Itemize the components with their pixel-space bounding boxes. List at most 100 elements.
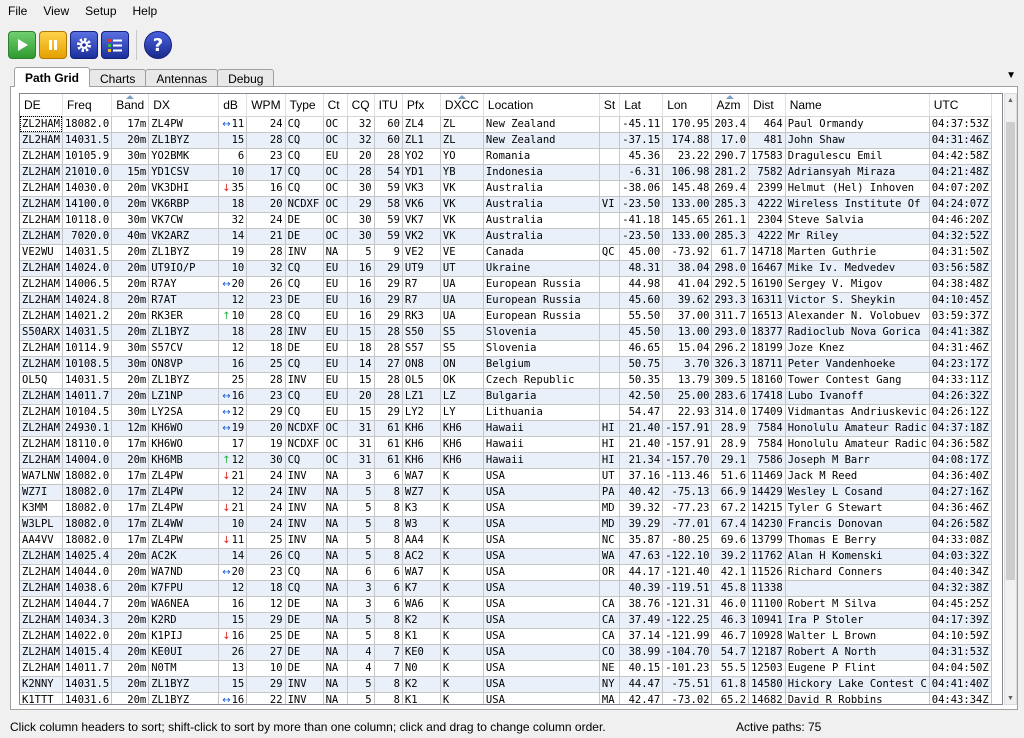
table-row[interactable]: ZL2HAM 14006.5 20m R7AY ↔20 26 CQ EU 16 29 R7 UA Eur… [20, 276, 992, 293]
cell-name: Victor S. Sheykin [785, 292, 930, 309]
table-row[interactable]: ZL2HAM 14100.0 20m VK6RBP 18 20 NCDXF OC 29 58 VK6… [20, 196, 992, 213]
column-header-azm[interactable]: Azm [711, 94, 750, 117]
cell-ct: OC [323, 452, 348, 469]
table-row[interactable]: VE2WU 14031.5 20m ZL1BYZ 19 28 INV NA 5 9 VE2 VE Can… [20, 244, 992, 261]
table-row[interactable]: K2NNY 14031.5 20m ZL1BYZ 15 29 INV NA 5 8 K2 K USA NY… [20, 676, 992, 693]
column-header-de[interactable]: DE [20, 94, 63, 117]
table-row[interactable]: OL5Q 14031.5 20m ZL1BYZ 25 28 INV EU 15 28 OL5 OK Cz… [20, 372, 992, 389]
column-header-location[interactable]: Location [483, 94, 600, 117]
column-header-dx[interactable]: DX [148, 94, 220, 117]
column-header-wpm[interactable]: WPM [246, 94, 286, 117]
table-row[interactable]: ZL2HAM 14025.4 20m AC2K 14 26 CQ NA 5 8 AC2 K USA WA 4… [20, 548, 992, 565]
table-row[interactable]: ZL2HAM 10104.5 30m LY2SA ↔12 29 CQ EU 15 29 LY2 LY L… [20, 404, 992, 421]
cell-lat: 21.40 [619, 420, 664, 437]
cell-dxcc: K [440, 484, 484, 501]
table-row[interactable]: ZL2HAM 14022.0 20m K1PIJ ↓16 25 DE NA 5 8 K1 K USA CA… [20, 628, 992, 645]
active-paths-label: Active paths: [736, 720, 805, 734]
menu-help[interactable]: Help [125, 4, 166, 18]
column-header-dist[interactable]: Dist [748, 94, 786, 117]
column-header-utc[interactable]: UTC [929, 94, 992, 117]
scroll-up-icon[interactable]: ▲ [1005, 94, 1016, 106]
table-row[interactable]: ZL2HAM 10108.5 30m ON8VP 16 25 CQ EU 14 27 ON8 ON Be… [20, 356, 992, 373]
table-row[interactable]: ZL2HAM 18110.0 17m KH6WO 17 19 NCDXF OC 31 61 KH6 K… [20, 436, 992, 453]
cell-wpm: 26 [246, 548, 286, 565]
tab-overflow-icon[interactable]: ▼ [1006, 70, 1016, 81]
table-row[interactable]: ZL2HAM 14044.7 20m WA6NEA 16 12 DE NA 3 6 WA6 K USA C… [20, 596, 992, 613]
table-row[interactable]: ZL2HAM 14031.5 20m ZL1BYZ 15 28 CQ OC 32 60 ZL1 ZL N… [20, 132, 992, 149]
cell-lon: -104.70 [662, 644, 713, 661]
cell-name: Steve Salvia [785, 212, 930, 229]
vertical-scrollbar[interactable]: ▲ ▼ [1004, 93, 1017, 705]
cell-freq: 18082.0 [62, 500, 113, 517]
cell-lat: 45.00 [619, 244, 664, 261]
cell-freq: 14044.0 [62, 564, 113, 581]
table-row[interactable]: AA4VV 18082.0 17m ZL4PW ↓11 25 INV NA 5 8 AA4 K USA N… [20, 532, 992, 549]
cell-wpm: 20 [246, 196, 286, 213]
menu-setup[interactable]: Setup [77, 4, 124, 18]
column-header-st[interactable]: St [599, 94, 621, 117]
cell-name: Honolulu Amateur Radic [785, 436, 930, 453]
cell-wpm: 23 [246, 292, 286, 309]
tab-path-grid[interactable]: Path Grid [14, 67, 91, 87]
column-header-itu[interactable]: ITU [374, 94, 403, 117]
scroll-down-icon[interactable]: ▼ [1005, 692, 1016, 704]
column-header-freq[interactable]: Freq [62, 94, 113, 117]
menu-file[interactable]: File [0, 4, 35, 18]
table-row[interactable]: ZL2HAM 14034.3 20m K2RD 15 29 DE NA 5 8 K2 K USA CA 37… [20, 612, 992, 629]
pause-button[interactable] [39, 31, 67, 59]
table-row[interactable]: ZL2HAM 14024.0 20m UT9IO/P 10 32 CQ EU 16 29 UT9 UT… [20, 260, 992, 277]
table-row[interactable]: ZL2HAM 10118.0 30m VK7CW 32 24 DE OC 30 59 VK7 VK Au… [20, 212, 992, 229]
table-row[interactable]: S50ARX 14031.5 20m ZL1BYZ 18 28 INV EU 15 28 S50 S5… [20, 324, 992, 341]
column-header-lat[interactable]: Lat [619, 94, 664, 117]
cell-ct: OC [323, 164, 348, 181]
table-row[interactable]: ZL2HAM 14021.2 20m RK3ER ↑10 28 CQ EU 16 29 RK3 UA E… [20, 308, 992, 325]
cell-band: 17m [111, 468, 150, 485]
table-row[interactable]: W3LPL 18082.0 17m ZL4WW 10 24 INV NA 5 8 W3 K USA MD 3… [20, 516, 992, 533]
cell-band: 20m [111, 612, 150, 629]
cell-dxcc: K [440, 692, 484, 704]
column-header-band[interactable]: Band [111, 94, 150, 117]
table-row[interactable]: ZL2HAM 21010.0 15m YD1CSV 10 17 CQ OC 28 54 YD1 YB I… [20, 164, 992, 181]
settings-button[interactable] [70, 31, 98, 59]
menu-view[interactable]: View [35, 4, 77, 18]
cell-de: ZL2HAM [20, 596, 63, 613]
table-row[interactable]: ZL2HAM 14030.0 20m VK3DHI ↓35 16 CQ OC 30 59 VK3 VK… [20, 180, 992, 197]
cell-de: WA7LNW [20, 468, 63, 485]
cell-dx: KH6MB [148, 452, 220, 469]
table-row[interactable]: K1TTT 14031.6 20m ZL1BYZ ↔16 22 INV NA 5 8 K1 K USA M… [20, 692, 992, 704]
column-header-cq[interactable]: CQ [347, 94, 375, 117]
table-row[interactable]: ZL2HAM 14015.4 20m KE0UI 26 27 DE NA 4 7 KE0 K USA CO… [20, 644, 992, 661]
cell-azm: 39.2 [711, 548, 750, 565]
db-value: 21 [231, 501, 245, 514]
table-row[interactable]: ZL2HAM 18082.0 17m ZL4PW ↔11 24 CQ OC 32 60 ZL4 ZL N… [20, 116, 992, 133]
column-header-dxcc[interactable]: DXCC [440, 94, 484, 117]
table-row[interactable]: ZL2HAM 14011.7 20m N0TM 13 10 DE NA 4 7 N0 K USA NE 40… [20, 660, 992, 677]
table-row[interactable]: WZ7I 18082.0 17m ZL4PW 12 24 INV NA 5 8 WZ7 K USA PA 4… [20, 484, 992, 501]
help-button[interactable]: ? [144, 31, 172, 59]
table-row[interactable]: WA7LNW 18082.0 17m ZL4PW ↓21 24 INV NA 3 6 WA7 K USA… [20, 468, 992, 485]
column-header-lon[interactable]: Lon [662, 94, 713, 117]
table-row[interactable]: ZL2HAM 10105.9 30m YO2BMK 6 23 CQ EU 20 28 YO2 YO Ro… [20, 148, 992, 165]
table-row[interactable]: ZL2HAM 10114.9 30m S57CV 12 18 DE EU 18 28 S57 S5 Sl… [20, 340, 992, 357]
table-row[interactable]: ZL2HAM 7020.0 40m VK2ARZ 14 21 DE OC 30 59 VK2 VK Au… [20, 228, 992, 245]
table-row[interactable]: ZL2HAM 14004.0 20m KH6MB ↑12 30 CQ OC 31 61 KH6 KH6… [20, 452, 992, 469]
cell-location: Slovenia [483, 340, 600, 357]
table-row[interactable]: ZL2HAM 14038.6 20m K7FPU 12 18 CQ NA 3 6 K7 K USA 40.… [20, 580, 992, 597]
table-row[interactable]: K3MM 18082.0 17m ZL4PW ↓21 24 INV NA 5 8 K3 K USA MD 3… [20, 500, 992, 517]
table-row[interactable]: ZL2HAM 14044.0 20m WA7ND ↔20 23 CQ NA 6 6 WA7 K USA O… [20, 564, 992, 581]
tab-antennas[interactable]: Antennas [145, 69, 219, 87]
column-header-type[interactable]: Type [285, 94, 324, 117]
column-header-name[interactable]: Name [785, 94, 930, 117]
start-button[interactable] [8, 31, 36, 59]
column-header-pfx[interactable]: Pfx [402, 94, 441, 117]
column-header-ct[interactable]: Ct [323, 94, 348, 117]
column-header-db[interactable]: dB [218, 94, 248, 117]
table-row[interactable]: ZL2HAM 14011.7 20m LZ1NP ↔16 23 CQ EU 20 28 LZ1 LZ B… [20, 388, 992, 405]
tab-charts[interactable]: Charts [89, 69, 147, 87]
tab-debug[interactable]: Debug [217, 69, 275, 87]
table-row[interactable]: ZL2HAM 24930.1 12m KH6WO ↔19 20 NCDXF OC 31 61 KH6… [20, 420, 992, 437]
table-row[interactable]: ZL2HAM 14024.8 20m R7AT 12 23 DE EU 16 29 R7 UA Euro… [20, 292, 992, 309]
scroll-thumb[interactable] [1006, 122, 1015, 580]
cell-itu: 6 [374, 596, 403, 613]
list-button[interactable] [101, 31, 129, 59]
